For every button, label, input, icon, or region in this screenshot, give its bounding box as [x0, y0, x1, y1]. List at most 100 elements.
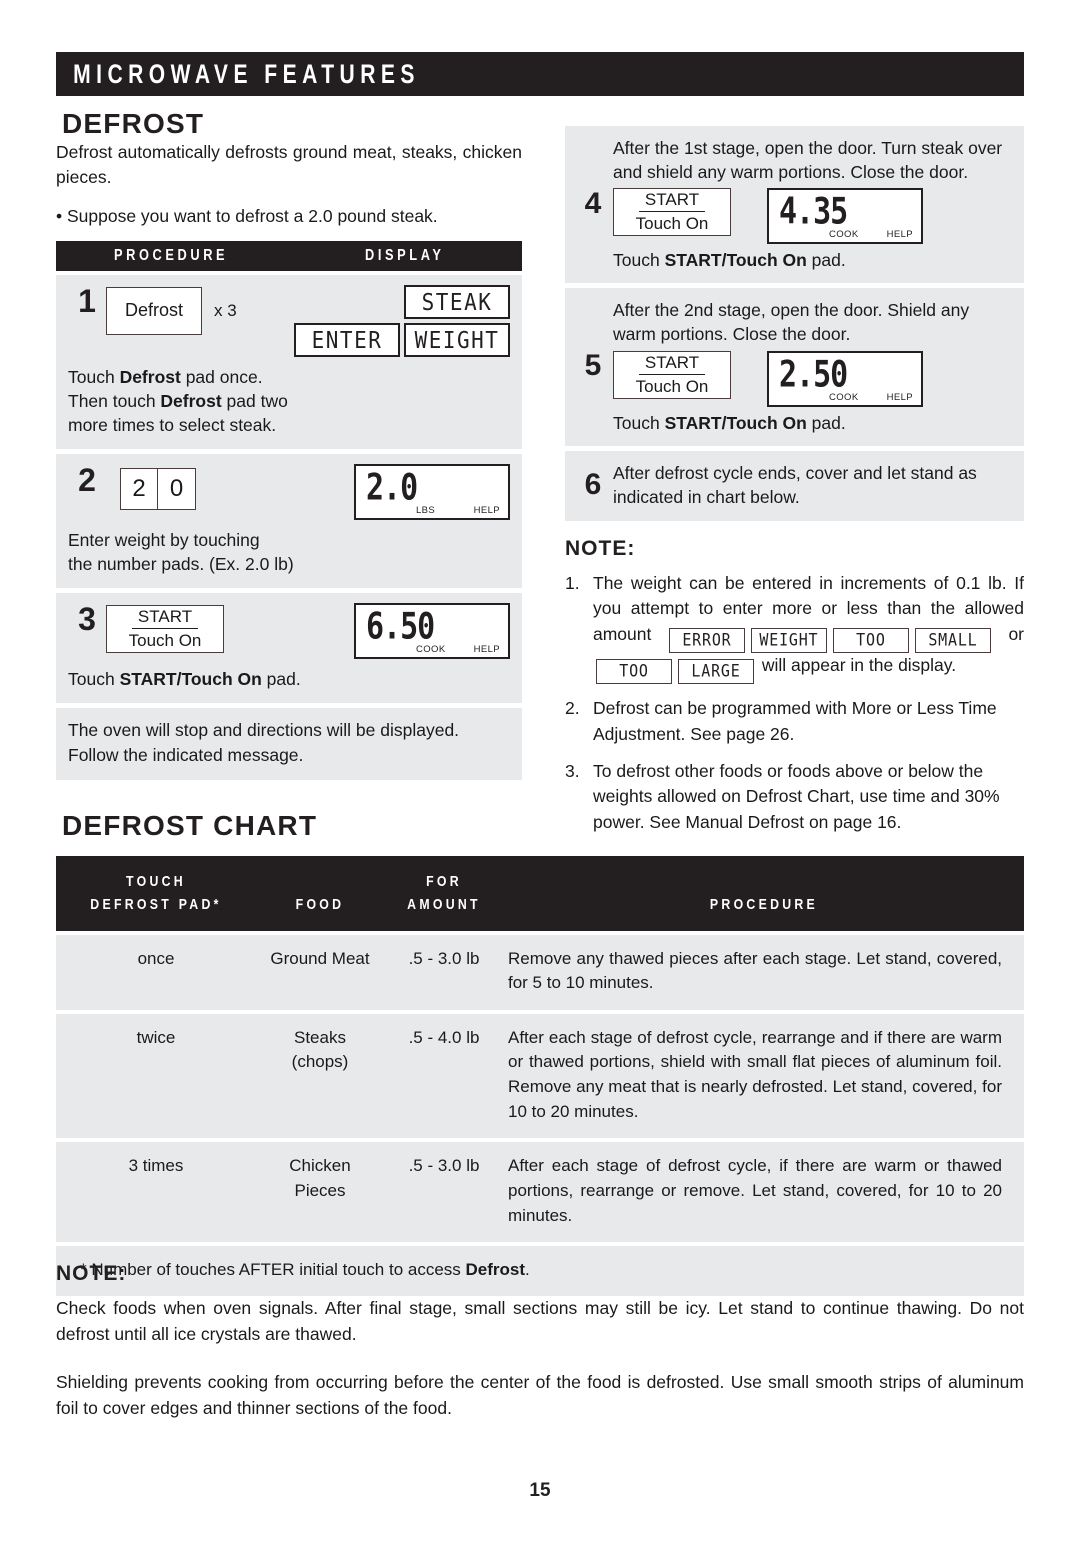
chart-header-food-label: FOOD	[295, 896, 345, 914]
touch-on-label: Touch On	[128, 631, 202, 651]
step-3-caption: Touch START/Touch On pad.	[68, 667, 510, 691]
lcd-label-cook: COOK	[829, 229, 859, 241]
right-column: 4 After the 1st stage, open the door. Tu…	[565, 126, 1024, 847]
number-pad-2[interactable]: 2	[120, 467, 158, 510]
bottom-note-paragraph-1: Check foods when oven signals. After fin…	[56, 1298, 1024, 1344]
start-touch-on-button[interactable]: START Touch On	[613, 188, 731, 237]
lcd-text: STEAK	[421, 288, 493, 315]
page-title-defrost: DEFROST	[62, 108, 205, 139]
caption-part: Touch	[613, 250, 665, 271]
lcd-indicator-labels: COOK HELP	[356, 644, 508, 655]
lcd-chip-text: TOO	[856, 629, 886, 650]
procedure-step-2: 2 2 0 2.0 LBS HELP Enter weight by touch…	[56, 453, 522, 589]
lcd-label-help: HELP	[473, 644, 500, 656]
lcd-label-help: HELP	[886, 391, 913, 403]
step-4-caption: Touch START/Touch On pad.	[613, 250, 1014, 271]
step-number: 5	[584, 348, 602, 382]
procedure-step-3: 3 START Touch On 6.50 COOK HELP Touch ST…	[56, 593, 522, 704]
start-touch-on-button[interactable]: START Touch On	[106, 605, 224, 654]
procedure-step-5: 5 After the 2nd stage, open the door. Sh…	[565, 288, 1024, 446]
lcd-chip-too-2: TOO	[596, 659, 672, 685]
lcd-value: 6.50	[366, 605, 435, 649]
note-text-after: will appear in the display.	[761, 654, 957, 675]
chart-header-touch-line1: TOUCH	[126, 873, 186, 890]
lcd-text: WEIGHT	[414, 326, 500, 353]
start-label: START	[638, 353, 706, 375]
lcd-chip-large: LARGE	[678, 659, 754, 685]
caption-part: Touch	[68, 366, 120, 387]
step-number: 1	[78, 282, 96, 319]
touch-on-label: Touch On	[635, 376, 709, 396]
defrost-chart-table: TOUCH DEFROST PAD* FOOD FOR AMOUNT PROCE…	[56, 856, 1024, 1297]
caption-bold: START/Touch On	[664, 412, 807, 433]
caption-line: Enter weight by touching	[68, 529, 260, 550]
step-5-text: After the 2nd stage, open the door. Shie…	[613, 300, 970, 345]
start-label: START	[638, 191, 706, 213]
cell-amount: .5 - 3.0 lb	[408, 948, 480, 968]
lcd-display-cook-time: 6.50 COOK HELP	[354, 603, 510, 660]
chart-header-procedure: PROCEDURE	[551, 870, 977, 917]
table-row: 3 times Chicken Pieces .5 - 3.0 lb After…	[56, 1142, 1024, 1243]
lcd-display-enter: ENTER	[294, 322, 400, 357]
caption-part: Touch	[613, 412, 665, 433]
start-label: START	[131, 608, 199, 630]
caption-part: pad.	[261, 669, 301, 690]
chart-header-touch: TOUCH DEFROST PAD*	[74, 870, 238, 917]
step-number: 3	[78, 601, 96, 638]
cell-food: Steaks (chops)	[291, 1027, 349, 1072]
lcd-indicator-labels: COOK HELP	[769, 392, 921, 403]
lcd-label-help: HELP	[473, 504, 500, 516]
defrost-pad-multiplier: x 3	[214, 300, 237, 320]
lcd-chip-too: TOO	[832, 627, 909, 653]
chart-header-amount-line1: FOR	[426, 873, 462, 890]
lcd-chip-error: ERROR	[668, 627, 745, 653]
defrost-pad-button[interactable]: Defrost	[106, 286, 202, 335]
note-text: To defrost other foods or foods above or…	[593, 761, 1000, 832]
step-6-text: After defrost cycle ends, cover and let …	[613, 462, 977, 507]
stop-note-text: The oven will stop and directions will b…	[68, 720, 460, 766]
defrost-bullet: • Suppose you want to defrost a 2.0 poun…	[56, 205, 438, 226]
procedure-stop-note: The oven will stop and directions will b…	[56, 708, 522, 781]
step-2-caption: Enter weight by touching the number pads…	[68, 528, 510, 576]
lcd-label-lbs: LBS	[416, 504, 436, 516]
number-pad-label: 2	[132, 474, 146, 502]
note-marker: 2.	[565, 698, 580, 719]
number-pad-label: 0	[169, 474, 184, 502]
cell-amount: .5 - 3.0 lb	[408, 1156, 480, 1176]
note-marker: 3.	[565, 761, 580, 782]
lcd-value: 4.35	[779, 190, 848, 234]
caption-bold: START/Touch On	[664, 250, 807, 271]
step-1-caption: Touch Defrost pad once. Then touch Defro…	[68, 365, 510, 437]
lcd-label-cook: COOK	[416, 644, 446, 656]
step-4-text: After the 1st stage, open the door. Turn…	[613, 138, 1003, 183]
start-touch-on-button[interactable]: START Touch On	[613, 350, 731, 399]
note-item-1: 1. The weight can be entered in incremen…	[565, 571, 1024, 685]
chart-header-procedure-label: PROCEDURE	[709, 896, 819, 914]
lcd-chip-weight: WEIGHT	[750, 627, 827, 653]
note-text-mid: or	[1008, 623, 1024, 644]
caption-part: pad once.	[180, 366, 263, 387]
caption-part: pad.	[806, 412, 846, 433]
caption-part: pad two	[221, 390, 288, 411]
bottom-note-paragraph-2: Shielding prevents cooking from occurrin…	[56, 1371, 1024, 1418]
note-item-2: 2. Defrost can be programmed with More o…	[565, 696, 1024, 747]
cell-touch: once	[137, 948, 175, 968]
chart-header-row: TOUCH DEFROST PAD* FOOD FOR AMOUNT PROCE…	[56, 856, 1024, 931]
lcd-chip-text: SMALL	[928, 629, 978, 650]
lcd-chip-text: WEIGHT	[759, 629, 819, 650]
caption-bold: START/Touch On	[119, 669, 262, 690]
step-5-caption: Touch START/Touch On pad.	[613, 413, 1014, 434]
left-column: Defrost automatically defrosts ground me…	[56, 140, 522, 785]
lcd-label-help: HELP	[886, 229, 913, 241]
lcd-chip-small: SMALL	[914, 627, 991, 653]
step-number: 2	[78, 461, 96, 498]
cell-amount: .5 - 4.0 lb	[408, 1027, 480, 1047]
cell-procedure: After each stage of defrost cycle, if th…	[508, 1156, 1002, 1225]
note-heading-bottom: NOTE:	[56, 1262, 127, 1285]
lcd-indicator-labels: COOK HELP	[769, 229, 921, 240]
lcd-chip-text: TOO	[619, 660, 649, 681]
defrost-pad-label: Defrost	[124, 300, 184, 321]
number-pad-0[interactable]: 0	[158, 467, 196, 510]
cell-touch: 3 times	[128, 1156, 184, 1176]
lcd-display-stage-1: 4.35 COOK HELP	[767, 188, 923, 245]
